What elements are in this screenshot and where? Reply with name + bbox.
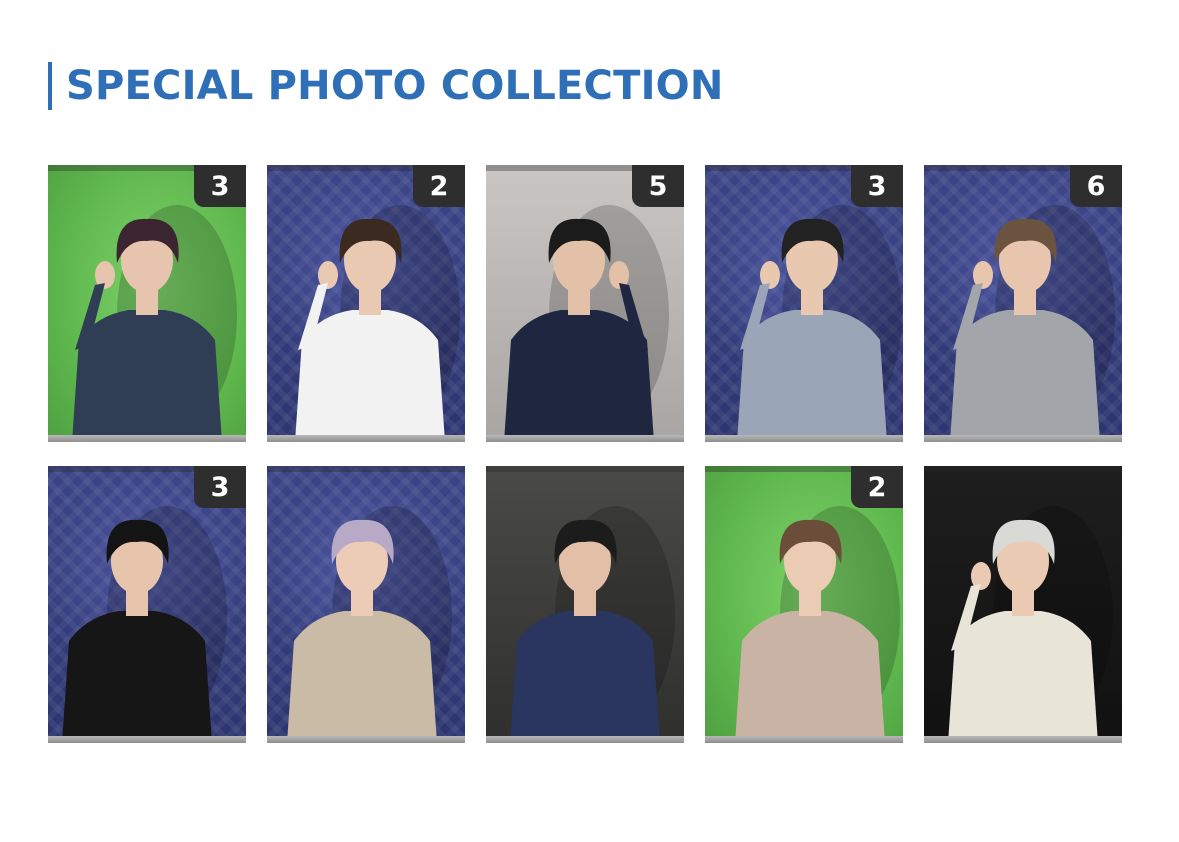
photo-card[interactable] — [486, 466, 684, 743]
title-accent-bar — [48, 62, 52, 110]
photo-count-badge: 3 — [851, 165, 903, 207]
photo-thumbnail — [267, 466, 465, 743]
photo-bottom-edge — [267, 736, 465, 743]
photo-count-badge: 5 — [632, 165, 684, 207]
photo-card[interactable]: 3 — [48, 165, 246, 442]
photo-count-badge: 6 — [1070, 165, 1122, 207]
photo-bottom-edge — [48, 435, 246, 442]
photo-bottom-edge — [705, 736, 903, 743]
section-header: SPECIAL PHOTO COLLECTION — [48, 62, 724, 110]
photo-count-badge: 3 — [194, 165, 246, 207]
photo-bottom-edge — [267, 435, 465, 442]
photo-card[interactable]: 6 — [924, 165, 1122, 442]
photo-count-badge: 3 — [194, 466, 246, 508]
photo-grid: 3 2 5 3 6 3 2 — [48, 165, 1122, 743]
photo-thumbnail — [486, 466, 684, 743]
photo-card[interactable]: 2 — [267, 165, 465, 442]
photo-top-edge — [924, 466, 1122, 472]
photo-top-edge — [486, 466, 684, 472]
photo-top-edge — [267, 466, 465, 472]
photo-bottom-edge — [924, 435, 1122, 442]
photo-bottom-edge — [924, 736, 1122, 743]
photo-count-badge: 2 — [413, 165, 465, 207]
person-figure — [287, 506, 452, 743]
photo-bottom-edge — [48, 736, 246, 743]
photo-thumbnail — [924, 466, 1122, 743]
photo-card[interactable]: 2 — [705, 466, 903, 743]
photo-card[interactable] — [924, 466, 1122, 743]
photo-bottom-edge — [486, 435, 684, 442]
photo-bottom-edge — [486, 736, 684, 743]
page-title: SPECIAL PHOTO COLLECTION — [66, 63, 724, 109]
person-figure — [510, 506, 675, 743]
photo-card[interactable]: 3 — [48, 466, 246, 743]
photo-card[interactable] — [267, 466, 465, 743]
photo-bottom-edge — [705, 435, 903, 442]
person-figure — [948, 506, 1113, 743]
photo-card[interactable]: 5 — [486, 165, 684, 442]
photo-card[interactable]: 3 — [705, 165, 903, 442]
photo-count-badge: 2 — [851, 466, 903, 508]
